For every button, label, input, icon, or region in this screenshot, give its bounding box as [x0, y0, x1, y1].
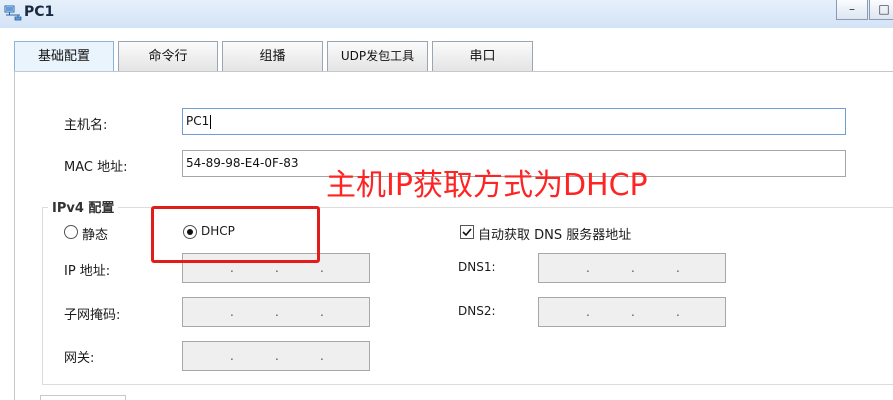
restore-button[interactable]: □ — [869, 0, 893, 20]
ip-separator: . — [275, 261, 279, 275]
ip-separator: . — [676, 305, 680, 319]
mac-value: 54-89-98-E4-0F-83 — [186, 156, 299, 170]
tab-udp-tool[interactable]: UDP发包工具 — [327, 41, 428, 72]
checkmark-icon — [462, 228, 472, 237]
tab-label: 串口 — [469, 49, 496, 64]
tab-label: 命令行 — [148, 49, 188, 64]
hostname-label: 主机名: — [64, 118, 108, 133]
restore-icon: □ — [878, 2, 890, 16]
ip-separator: . — [586, 305, 590, 319]
ipv4-group-legend: IPv4 配置 — [48, 197, 119, 216]
tab-serial[interactable]: 串口 — [432, 41, 533, 72]
tab-label: UDP发包工具 — [340, 49, 415, 63]
ip-separator: . — [275, 349, 279, 363]
hostname-input[interactable]: PC1 — [182, 108, 846, 135]
dns1-label: DNS1: — [458, 260, 496, 274]
subnet-mask-input[interactable]: . . . — [182, 297, 370, 327]
ip-separator: . — [631, 261, 635, 275]
ip-address-label: IP 地址: — [64, 264, 111, 279]
auto-dns-label: 自动获取 DNS 服务器地址 — [478, 228, 632, 243]
mac-label: MAC 地址: — [64, 160, 128, 175]
ip-separator: . — [230, 305, 234, 319]
ip-separator: . — [230, 349, 234, 363]
network-pc-icon — [4, 5, 22, 21]
dns1-input[interactable]: . . . — [538, 253, 726, 283]
ip-separator: . — [676, 261, 680, 275]
gateway-input[interactable]: . . . — [182, 341, 370, 371]
ip-separator: . — [631, 305, 635, 319]
dns2-label: DNS2: — [458, 304, 496, 318]
text-caret — [210, 114, 212, 129]
tab-basic-config[interactable]: 基础配置 — [14, 41, 114, 73]
static-radio[interactable] — [64, 225, 78, 239]
ip-separator: . — [320, 305, 324, 319]
ip-separator: . — [230, 261, 234, 275]
annotation-text: 主机IP获取方式为DHCP — [326, 168, 648, 203]
tab-label: 基础配置 — [37, 49, 90, 64]
tab-command-line[interactable]: 命令行 — [118, 41, 218, 72]
tab-label: 组播 — [259, 49, 286, 64]
auto-dns-checkbox[interactable] — [460, 225, 474, 239]
ip-separator: . — [320, 261, 324, 275]
ip-separator: . — [275, 305, 279, 319]
static-radio-label: 静态 — [82, 228, 109, 243]
minimize-button[interactable]: – — [836, 0, 868, 20]
annotation-highlight-box — [151, 206, 320, 263]
dns2-input[interactable]: . . . — [538, 297, 726, 327]
tab-multicast[interactable]: 组播 — [222, 41, 323, 72]
hostname-value: PC1 — [186, 114, 210, 128]
ip-separator: . — [586, 261, 590, 275]
ip-separator: . — [320, 349, 324, 363]
next-group-edge — [40, 395, 126, 400]
subnet-mask-label: 子网掩码: — [64, 308, 121, 323]
window-title: PC1 — [24, 4, 55, 20]
minimize-icon: – — [849, 2, 855, 16]
title-bar: PC1 – □ — [0, 0, 893, 28]
gateway-label: 网关: — [64, 351, 95, 366]
